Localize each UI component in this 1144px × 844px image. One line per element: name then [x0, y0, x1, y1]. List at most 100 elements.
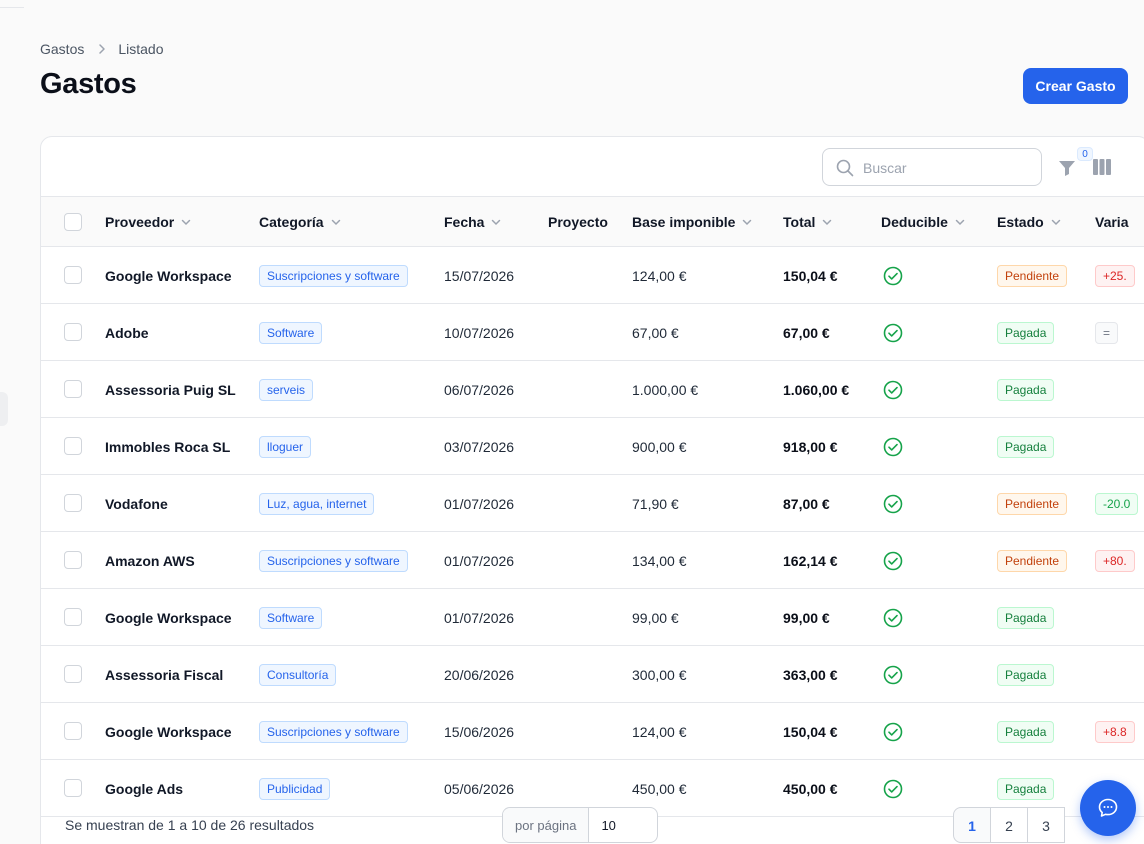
column-label: Proyecto — [548, 214, 608, 230]
category-badge: Luz, agua, internet — [259, 492, 375, 515]
cell-proveedor[interactable]: Google Ads — [105, 760, 183, 817]
cell-total: 150,04 € — [783, 723, 838, 740]
select-all-checkbox[interactable] — [64, 213, 82, 231]
column-header-variacion[interactable]: Varia — [1095, 197, 1128, 247]
cell-base: 124,00 € — [632, 723, 687, 740]
chat-button[interactable] — [1080, 780, 1136, 836]
row-checkbox[interactable] — [64, 551, 82, 569]
page-button-1[interactable]: 1 — [953, 807, 991, 843]
check-circle-icon — [883, 361, 903, 418]
chevron-down-icon — [1051, 219, 1060, 226]
column-label: Fecha — [444, 214, 485, 230]
status-badge: Pagada — [997, 777, 1055, 800]
chevron-down-icon — [743, 219, 752, 226]
cell-proveedor[interactable]: Vodafone — [105, 475, 168, 532]
variation-badge: -20.0 — [1095, 492, 1139, 515]
column-header-estado[interactable]: Estado — [997, 197, 1062, 247]
check-circle-icon — [883, 475, 903, 532]
cell-base: 71,90 € — [632, 495, 679, 512]
filter-icon[interactable] — [1057, 158, 1077, 178]
row-checkbox[interactable] — [64, 380, 82, 398]
column-header-deducible[interactable]: Deducible — [881, 197, 966, 247]
column-label: Deducible — [881, 214, 948, 230]
check-circle-icon — [883, 703, 903, 760]
sidebar-toggle[interactable] — [0, 392, 8, 426]
row-checkbox[interactable] — [64, 494, 82, 512]
column-label: Total — [783, 214, 816, 230]
status-badge: Pagada — [997, 606, 1055, 629]
row-checkbox[interactable] — [64, 437, 82, 455]
check-circle-icon — [883, 589, 903, 646]
table-row[interactable]: Assessoria Puig SL serveis 06/07/2026 1.000… — [41, 361, 1144, 418]
cell-base: 67,00 € — [632, 324, 679, 341]
cell-proveedor[interactable]: Google Workspace — [105, 703, 232, 760]
create-expense-button[interactable]: Crear Gasto — [1023, 68, 1128, 104]
cell-proveedor[interactable]: Adobe — [105, 304, 149, 361]
column-label: Estado — [997, 214, 1044, 230]
cell-base: 99,00 € — [632, 609, 679, 626]
row-checkbox[interactable] — [64, 779, 82, 797]
cell-base: 900,00 € — [632, 438, 687, 455]
cell-proveedor[interactable]: Google Workspace — [105, 247, 232, 304]
cell-categoria: Luz, agua, internet — [259, 475, 375, 532]
table-row[interactable]: Vodafone Luz, agua, internet 01/07/2026 71,… — [41, 475, 1144, 532]
cell-total: 1.060,00 € — [783, 381, 850, 398]
per-page-label: por página — [503, 808, 590, 842]
cell-proveedor[interactable]: Amazon AWS — [105, 532, 195, 589]
cell-proveedor[interactable]: Google Workspace — [105, 589, 232, 646]
table-row[interactable]: Amazon AWS Suscripciones y software 01/07/… — [41, 532, 1144, 589]
column-header-base[interactable]: Base imponible — [632, 197, 753, 247]
table-row[interactable]: Google Workspace Suscripciones y software… — [41, 247, 1144, 304]
row-checkbox[interactable] — [64, 266, 82, 284]
column-header-proveedor[interactable]: Proveedor — [105, 197, 192, 247]
table-row[interactable]: Adobe Software 10/07/2026 67,00 € 67,00 € Pag… — [41, 304, 1144, 361]
cell-base: 124,00 € — [632, 267, 687, 284]
filter-count-badge: 0 — [1077, 147, 1093, 161]
category-badge: Suscripciones y software — [259, 549, 408, 572]
search-box[interactable] — [822, 148, 1042, 186]
cell-total: 87,00 € — [783, 495, 830, 512]
category-badge: Publicidad — [259, 777, 331, 800]
row-checkbox[interactable] — [64, 722, 82, 740]
table-row[interactable]: Immobles Roca SL lloguer 03/07/2026 900,00 … — [41, 418, 1144, 475]
table-row[interactable]: Assessoria Fiscal Consultoría 20/06/2026 30… — [41, 646, 1144, 703]
cell-proveedor[interactable]: Assessoria Puig SL — [105, 361, 236, 418]
column-header-fecha[interactable]: Fecha — [444, 197, 502, 247]
cell-fecha: 01/07/2026 — [444, 609, 515, 626]
category-badge: lloguer — [259, 435, 312, 458]
column-header-total[interactable]: Total — [783, 197, 833, 247]
column-header-categoria[interactable]: Categoría — [259, 197, 342, 247]
breadcrumb: Gastos Listado — [40, 41, 164, 57]
cell-variacion: +8.8 — [1095, 703, 1135, 760]
chevron-down-icon — [823, 219, 832, 226]
columns-icon[interactable] — [1092, 158, 1112, 176]
category-badge: Consultoría — [259, 663, 337, 686]
search-input[interactable] — [863, 157, 1033, 179]
cell-estado: Pagada — [997, 703, 1055, 760]
cell-categoria: Suscripciones y software — [259, 703, 408, 760]
table-row[interactable]: Google Workspace Software 01/07/2026 99,00 … — [41, 589, 1144, 646]
category-badge: Suscripciones y software — [259, 264, 408, 287]
cell-proveedor[interactable]: Assessoria Fiscal — [105, 646, 223, 703]
page-button-2[interactable]: 2 — [990, 807, 1028, 843]
per-page-select[interactable]: por página 10 — [502, 807, 659, 843]
row-checkbox[interactable] — [64, 665, 82, 683]
breadcrumb-parent[interactable]: Gastos — [40, 41, 84, 57]
cell-fecha: 15/06/2026 — [444, 723, 515, 740]
cell-variacion: -20.0 — [1095, 475, 1139, 532]
cell-total: 162,14 € — [783, 552, 838, 569]
page-button-3[interactable]: 3 — [1027, 807, 1065, 843]
category-badge: Software — [259, 321, 323, 344]
table-toolbar: 0 — [41, 137, 1144, 197]
cell-base: 1.000,00 € — [632, 381, 699, 398]
results-summary: Se muestran de 1 a 10 de 26 resultados — [65, 817, 315, 833]
row-checkbox[interactable] — [64, 608, 82, 626]
chevron-down-icon — [182, 219, 191, 226]
table-row[interactable]: Google Workspace Suscripciones y software… — [41, 703, 1144, 760]
cell-proveedor[interactable]: Immobles Roca SL — [105, 418, 230, 475]
row-checkbox[interactable] — [64, 323, 82, 341]
search-icon — [836, 159, 854, 177]
status-badge: Pagada — [997, 435, 1055, 458]
cell-fecha: 10/07/2026 — [444, 324, 515, 341]
cell-estado: Pendiente — [997, 247, 1068, 304]
